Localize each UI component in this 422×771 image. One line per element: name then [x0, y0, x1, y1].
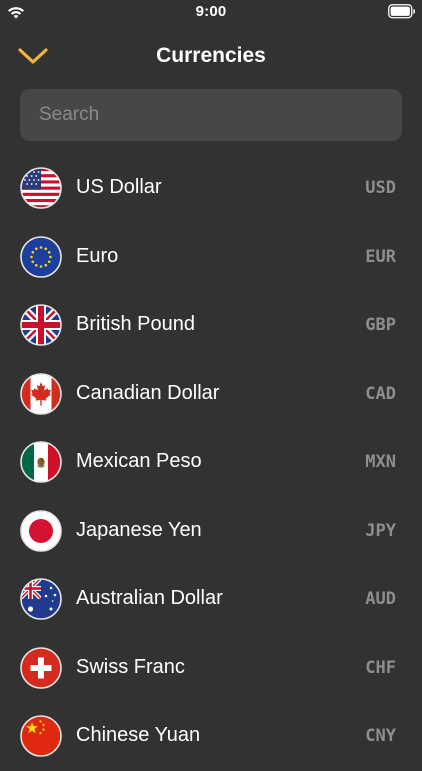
currency-row-cad[interactable]: Canadian Dollar CAD — [0, 360, 422, 429]
currency-code: GBP — [365, 315, 396, 335]
us-flag-icon — [20, 167, 62, 209]
currency-code: CAD — [365, 383, 396, 404]
currency-name: Swiss Franc — [76, 655, 185, 678]
status-time: 9:00 — [195, 3, 227, 20]
mx-flag-icon — [20, 441, 62, 483]
currency-row-usd[interactable]: US Dollar USD — [0, 154, 422, 223]
page-title: Currencies — [156, 44, 266, 67]
cn-flag-icon — [20, 715, 62, 757]
currency-name: Mexican Peso — [76, 450, 202, 472]
gb-flag-icon — [20, 304, 62, 346]
currency-row-gbp[interactable]: British Pound GBP — [0, 291, 422, 360]
currency-list: US Dollar USD Euro EUR British Pound GBP… — [0, 154, 422, 771]
currency-row-cny[interactable]: Chinese Yuan CNY — [0, 702, 422, 771]
currency-name: Chinese Yuan — [76, 724, 201, 746]
currency-name: US Dollar — [76, 176, 162, 198]
currency-code: CNY — [365, 726, 396, 746]
currency-code: JPY — [365, 520, 396, 541]
currency-row-aud[interactable]: Australian Dollar AUD — [0, 565, 422, 634]
eu-flag-icon — [20, 235, 62, 278]
currency-name: Japanese Yen — [76, 518, 202, 541]
currency-row-chf[interactable]: Swiss Franc CHF — [0, 634, 422, 703]
ca-flag-icon — [20, 372, 62, 415]
jp-flag-icon — [20, 509, 62, 552]
currency-code: CHF — [365, 657, 396, 678]
search-field[interactable] — [20, 89, 402, 141]
status-bar: 9:00 — [0, 0, 422, 24]
currency-name: Euro — [76, 244, 119, 267]
currency-row-jpy[interactable]: Japanese Yen JPY — [0, 497, 422, 566]
battery-icon — [388, 4, 416, 19]
navigation-bar: Currencies — [0, 30, 422, 82]
currency-row-mxn[interactable]: Mexican Peso MXN — [0, 428, 422, 497]
search-input[interactable] — [39, 104, 383, 126]
currency-code: EUR — [365, 246, 396, 267]
currency-name: British Pound — [76, 313, 195, 335]
ch-flag-icon — [20, 646, 62, 689]
currency-code: USD — [365, 178, 396, 198]
currency-code: MXN — [365, 452, 396, 472]
currency-code: AUD — [365, 589, 396, 609]
au-flag-icon — [20, 578, 62, 620]
currency-row-eur[interactable]: Euro EUR — [0, 223, 422, 292]
currency-name: Canadian Dollar — [76, 381, 220, 404]
currency-name: Australian Dollar — [76, 587, 223, 609]
